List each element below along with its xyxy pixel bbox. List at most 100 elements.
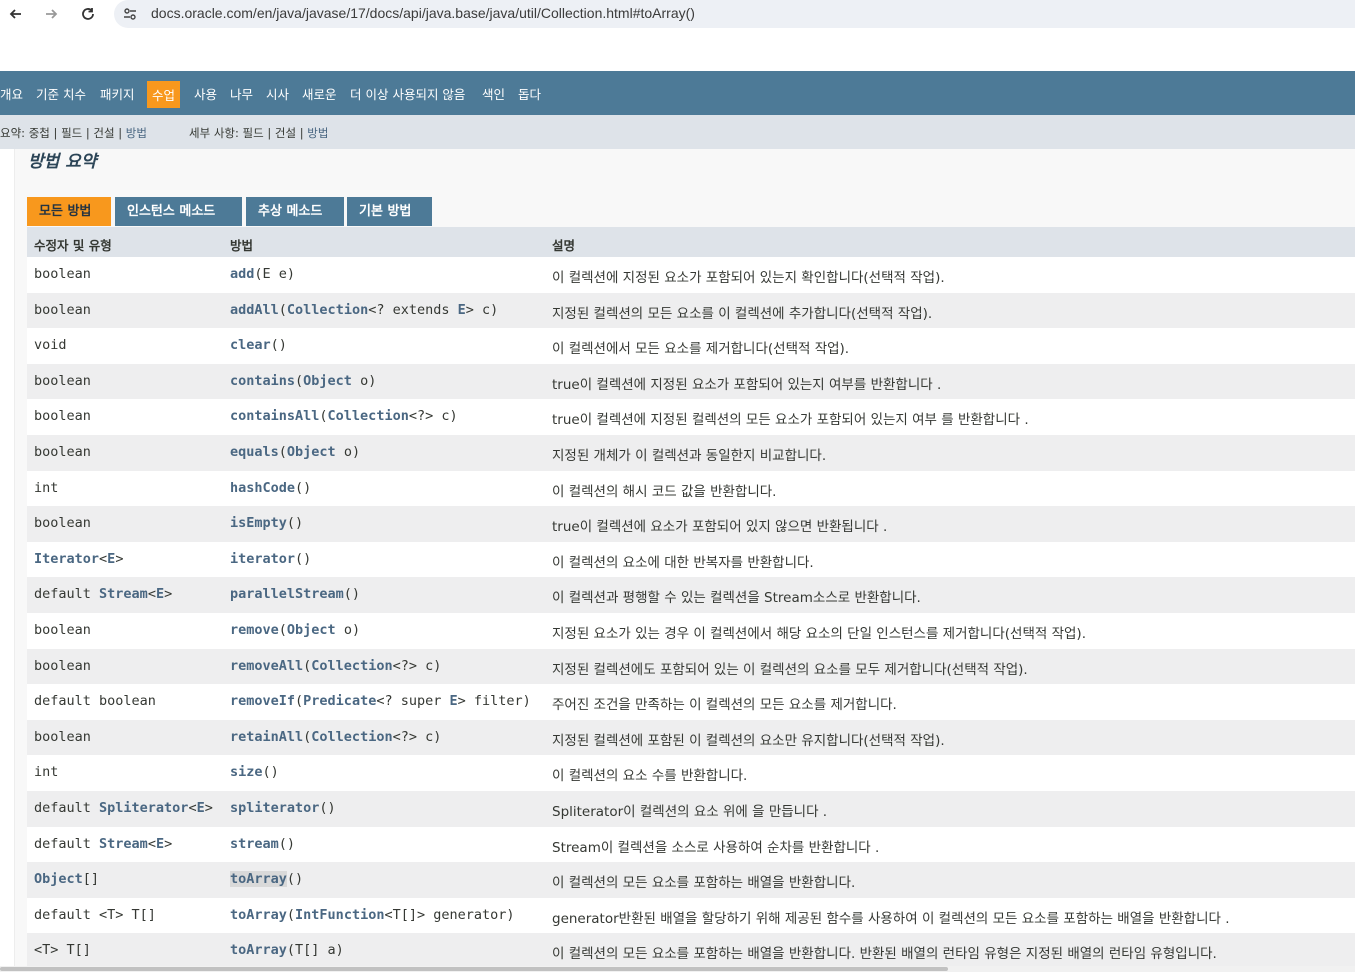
type-link[interactable]: isEmpty	[230, 515, 287, 531]
type-link[interactable]: E	[156, 836, 164, 852]
reload-icon[interactable]	[76, 2, 100, 26]
table-row: int hashCode() 이 컬렉션의 해시 코드 값을 반환합니다.	[27, 470, 1355, 507]
code-text: <	[147, 835, 156, 852]
type-link[interactable]: spliterator	[230, 800, 319, 816]
type-link[interactable]: iterator	[230, 551, 295, 567]
type-link[interactable]: Collection	[311, 729, 392, 745]
summary-nested-link[interactable]: 중첩	[29, 126, 50, 140]
modifier-type-cell: boolean	[34, 266, 91, 282]
summary-field-link[interactable]: 필드	[61, 126, 82, 140]
table-row: default Spliterator<E> spliterator() Split…	[27, 791, 1355, 827]
type-link[interactable]: removeAll	[230, 658, 303, 674]
topnav-item[interactable]: 새로운	[302, 84, 337, 103]
type-link[interactable]: E	[197, 800, 205, 816]
code-text: void	[34, 337, 67, 354]
code-text: default	[34, 835, 100, 852]
method-cell: toArray()	[230, 871, 303, 888]
table-row: boolean equals(Object o) 지정된 개체가 이 컬렉션과 동일…	[27, 435, 1355, 471]
topnav-item[interactable]: 개요	[0, 84, 23, 103]
summary-method-link[interactable]: 방법	[126, 126, 147, 140]
modifier-type-cell: boolean	[34, 622, 91, 638]
url-text[interactable]: docs.oracle.com/en/java/javase/17/docs/a…	[151, 5, 695, 21]
table-row: default Stream<E> parallelStream() 이 컬렉션과 …	[27, 577, 1355, 614]
table-row: boolean addAll(Collection<? extends E> c)…	[27, 292, 1355, 329]
type-link[interactable]: E	[458, 302, 466, 318]
type-link[interactable]: retainAll	[230, 729, 303, 745]
type-link[interactable]: clear	[230, 337, 271, 353]
detail-field-link[interactable]: 필드	[243, 126, 264, 140]
detail-method-link[interactable]: 방법	[307, 126, 328, 140]
code-text: o)	[351, 372, 377, 389]
type-link[interactable]: E	[449, 693, 457, 709]
type-link[interactable]: stream	[230, 836, 279, 852]
type-link[interactable]: Object	[34, 871, 83, 887]
modifier-type-cell: boolean	[34, 729, 91, 745]
type-link[interactable]: Object	[303, 373, 352, 389]
horizontal-scrollbar[interactable]	[0, 966, 1355, 972]
type-link[interactable]: Spliterator	[99, 800, 188, 816]
description-cell: true이 컬렉션에 지정된 컬렉션의 모든 요소가 포함되어 있는지 여부 를…	[552, 412, 1029, 429]
type-link[interactable]: toArray	[230, 942, 287, 958]
type-link[interactable]: IntFunction	[295, 907, 384, 923]
tab-instance-methods[interactable]: 인스턴스 메소드	[115, 197, 242, 226]
table-header: 수정자 및 유형 방법 설명	[27, 227, 1355, 257]
type-link[interactable]: hashCode	[230, 480, 295, 496]
description-cell: 이 컬렉션의 요소 수를 반환합니다.	[552, 768, 748, 785]
forward-icon[interactable]	[39, 2, 63, 26]
type-link[interactable]: addAll	[230, 302, 279, 318]
type-link[interactable]: equals	[230, 444, 279, 460]
table-row: Iterator<E> iterator() 이 컬렉션의 요소에 대한 반복자를 …	[27, 541, 1355, 578]
type-link[interactable]: Collection	[287, 302, 368, 318]
topnav-item[interactable]: 시사	[266, 84, 289, 103]
type-link[interactable]: Collection	[328, 408, 409, 424]
type-link[interactable]: Stream	[99, 836, 148, 852]
scrollbar-thumb[interactable]	[0, 967, 948, 971]
type-link[interactable]: Collection	[311, 658, 392, 674]
code-text: boolean	[34, 515, 91, 532]
type-link[interactable]: Object	[287, 622, 336, 638]
topnav-item[interactable]: 더 이상 사용되지 않음	[350, 84, 465, 103]
type-link[interactable]: Object	[287, 444, 336, 460]
method-cell: toArray(T[] a)	[230, 942, 344, 958]
type-link[interactable]: containsAll	[230, 408, 319, 424]
summary-constructor-link[interactable]: 건설	[93, 126, 114, 140]
detail-constructor-link[interactable]: 건설	[275, 126, 296, 140]
code-text: boolean	[34, 728, 91, 745]
table-row: default Stream<E> stream() Stream이 컬렉션을 소스…	[27, 826, 1355, 863]
type-link[interactable]: remove	[230, 622, 279, 638]
code-text: <	[188, 800, 197, 816]
tab-all-methods[interactable]: 모든 방법	[27, 197, 111, 226]
tab-abstract-methods[interactable]: 추상 메소드	[246, 197, 344, 226]
topnav-item[interactable]: 패키지	[100, 84, 135, 103]
code-text: int	[34, 479, 59, 496]
code-text: boolean	[34, 622, 91, 638]
topnav-item[interactable]: 사용	[194, 84, 217, 103]
topnav-item[interactable]: 색인	[482, 84, 505, 103]
code-text: > filter)	[457, 693, 531, 710]
type-link[interactable]: E	[156, 586, 164, 602]
type-link[interactable]: contains	[230, 373, 295, 389]
site-settings-icon[interactable]	[122, 6, 138, 22]
address-bar[interactable]: docs.oracle.com/en/java/javase/17/docs/a…	[114, 0, 1355, 28]
type-link[interactable]: Iterator	[34, 551, 99, 567]
topnav-item[interactable]: 나무	[230, 84, 253, 103]
back-icon[interactable]	[4, 2, 28, 26]
type-link[interactable]: removeIf	[230, 693, 295, 709]
type-link[interactable]: add	[230, 266, 254, 282]
modifier-type-cell: Object[]	[34, 871, 99, 887]
table-row: default boolean removeIf(Predicate<? supe…	[27, 684, 1355, 721]
type-link[interactable]: parallelStream	[230, 586, 344, 602]
topnav-item[interactable]: 기준 치수	[36, 84, 86, 103]
type-link[interactable]: Stream	[99, 586, 148, 602]
topnav-item[interactable]: 돕다	[518, 84, 541, 103]
tab-default-methods[interactable]: 기본 방법	[347, 197, 432, 226]
code-text: boolean	[34, 657, 91, 674]
type-link[interactable]: size	[230, 764, 263, 780]
type-link[interactable]: toArray	[230, 907, 287, 923]
type-link[interactable]: toArray	[230, 871, 287, 888]
topnav-item[interactable]: 수업	[147, 81, 181, 108]
code-text: boolean	[34, 266, 91, 282]
type-link[interactable]: Predicate	[303, 693, 376, 709]
description-cell: true이 컬렉션에 요소가 포함되어 있지 않으면 반환됩니다 .	[552, 519, 888, 536]
code-text: ()	[286, 515, 304, 532]
